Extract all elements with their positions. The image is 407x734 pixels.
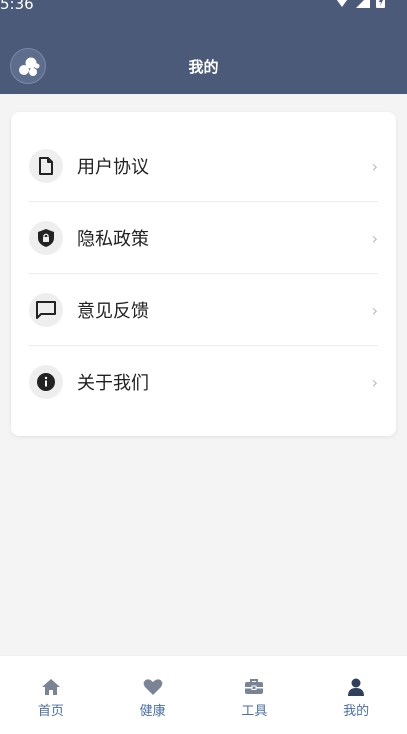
user-icon — [348, 678, 365, 696]
menu-item-label: 意见反馈 — [77, 301, 149, 322]
battery-icon — [376, 0, 385, 8]
status-icons — [334, 0, 385, 10]
status-time: 5:36 — [0, 0, 34, 13]
document-icon — [29, 149, 63, 183]
tab-label: 健康 — [139, 704, 166, 719]
tab-health[interactable]: 健康 — [102, 656, 204, 734]
tab-mine[interactable]: 我的 — [305, 656, 407, 734]
tab-home[interactable]: 首页 — [0, 656, 102, 734]
menu-item-label: 隐私政策 — [77, 229, 149, 250]
chevron-right-icon: › — [371, 228, 378, 248]
tab-label: 工具 — [241, 704, 268, 719]
page-title: 我的 — [188, 58, 219, 76]
chevron-right-icon: › — [371, 156, 378, 176]
tab-label: 我的 — [343, 704, 370, 719]
menu-card: 用户协议 › 隐私政策 › 意见反馈 › 关于我们 › — [11, 112, 396, 436]
heart-icon — [143, 679, 163, 695]
menu-item-label: 关于我们 — [77, 373, 149, 394]
menu-item-label: 用户协议 — [77, 157, 149, 178]
chevron-right-icon: › — [371, 300, 378, 320]
shield-lock-icon — [29, 221, 63, 255]
menu-item-user-agreement[interactable]: 用户协议 › — [29, 130, 378, 202]
title-row: 我的 — [0, 46, 407, 86]
menu-item-about-us[interactable]: 关于我们 › — [29, 346, 378, 418]
tab-label: 首页 — [37, 704, 64, 719]
chat-icon — [29, 293, 63, 327]
wifi-icon — [336, 0, 348, 7]
signal-icon — [356, 0, 370, 8]
status-bar: 5:36 — [0, 0, 407, 14]
menu-item-privacy-policy[interactable]: 隐私政策 › — [29, 202, 378, 274]
menu-item-feedback[interactable]: 意见反馈 › — [29, 274, 378, 346]
tab-tools[interactable]: 工具 — [204, 656, 306, 734]
app-header: 5:36 我的 — [0, 0, 407, 94]
toolbox-icon — [245, 679, 264, 694]
home-icon — [41, 679, 60, 695]
bottom-tab-bar: 首页 健康 工具 我的 — [0, 655, 407, 734]
info-icon — [29, 365, 63, 399]
chevron-right-icon: › — [371, 372, 378, 392]
